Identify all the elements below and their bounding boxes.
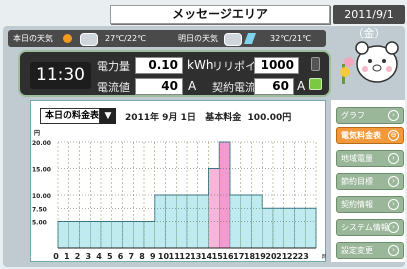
x-tick-label: 23 (298, 252, 309, 261)
y-tick-label: 5.00 (32, 220, 47, 227)
signal-indicator (311, 57, 320, 71)
message-area-title: メッセージエリア (110, 5, 330, 24)
x-tick-label: 0 (53, 252, 59, 261)
bar-hour-2 (79, 221, 91, 249)
bar-hour-7 (133, 221, 145, 249)
base-fee-value: 100.00円 (247, 113, 292, 123)
y-axis-label: 円 (34, 130, 40, 137)
current-value: 40 (135, 78, 183, 95)
current-label: 電流値 (97, 81, 130, 94)
sidebar-item-label: 契約情報 (341, 200, 373, 209)
sidebar-item-1[interactable]: 電気料金表 ⊖ (336, 127, 404, 144)
x-tick-label: 12 (179, 252, 190, 261)
tomorrow-weather-label: 明日の天気 (178, 34, 218, 43)
bear-mascot-icon (340, 41, 399, 84)
sidebar-item-2[interactable]: 地域電量 › (336, 150, 404, 167)
sidebar-item-6[interactable]: 設定変更 › (336, 242, 404, 259)
y-tick-label: 20.00 (32, 140, 51, 147)
sidebar-item-label: 節約目標 (341, 177, 373, 186)
x-tick-label: 8 (139, 252, 145, 261)
sidebar-item-4[interactable]: 契約情報 › (336, 196, 404, 213)
points-value: 1000 (254, 57, 299, 74)
sidebar-item-label: 地域電量 (341, 154, 373, 163)
arrow-icon: › (388, 222, 399, 233)
sidebar-item-3[interactable]: 節約目標 › (336, 173, 404, 190)
contract-label: 契約電流 (212, 81, 256, 94)
x-axis-label: 時 (322, 253, 326, 261)
bar-hour-6 (122, 221, 134, 249)
base-fee-label: 基本料金 (205, 113, 242, 123)
bar-hour-17 (240, 194, 252, 249)
umbrella-icon (243, 33, 257, 44)
power-value: 0.10 (135, 57, 183, 74)
bar-hour-19 (262, 208, 274, 249)
contract-unit: A (297, 79, 306, 93)
today-temp: 27℃/22℃ (105, 34, 147, 43)
contract-value: 60 (254, 78, 294, 95)
bar-hour-20 (272, 208, 284, 249)
x-tick-label: 5 (107, 252, 113, 261)
x-tick-label: 2 (75, 252, 81, 261)
bar-hour-1 (68, 221, 80, 249)
arrow-icon: › (388, 153, 399, 164)
x-tick-label: 3 (85, 252, 91, 261)
sidebar-item-0[interactable]: グラフ › (336, 107, 404, 124)
x-tick-label: 22 (287, 252, 298, 261)
x-tick-label: 4 (96, 252, 102, 261)
x-tick-label: 9 (150, 252, 156, 261)
weather-bar: 本日の天気 27℃/22℃ 明日の天気 32℃/21℃ (8, 30, 326, 47)
bar-hour-23 (305, 208, 317, 249)
y-tick-label: 15.00 (32, 167, 51, 174)
current-unit: A (188, 79, 197, 93)
x-tick-label: 6 (118, 252, 124, 261)
arrow-icon: › (388, 176, 399, 187)
sidebar-item-label: グラフ (341, 111, 365, 120)
bar-hour-5 (111, 221, 123, 249)
x-tick-label: 17 (233, 252, 244, 261)
bar-hour-8 (143, 221, 155, 249)
y-tick-label: 7.50 (32, 206, 47, 213)
tomorrow-temp: 32℃/21℃ (270, 34, 312, 43)
arrow-icon: › (388, 199, 399, 210)
bar-hour-4 (100, 221, 112, 249)
date-display: 2011/9/1（金） (333, 5, 405, 40)
sidebar-item-5[interactable]: システム情報 › (336, 219, 404, 236)
y-tick-label: 10.00 (32, 193, 51, 200)
hourly-rate-chart: 20.0015.0010.007.505.00円0 1 2 3 4 5 6 7 8 9 10 11 12… (32, 130, 326, 261)
bar-hour-3 (90, 221, 102, 249)
power-unit: kWh (187, 58, 214, 72)
status-indicator (309, 78, 322, 90)
bar-hour-0 (57, 221, 69, 249)
arrow-icon: ⊖ (388, 130, 399, 141)
today-weather-label: 本日の天気 (13, 34, 53, 43)
clock: 11:30 (30, 62, 91, 89)
chevron-down-icon[interactable]: ▼ (100, 108, 116, 124)
sun-icon (63, 34, 72, 43)
sidebar-item-label: 設定変更 (341, 246, 373, 255)
chart-date: 2011年 9月 1日 (125, 113, 196, 123)
arrow-icon: › (388, 245, 399, 256)
cloud-icon (80, 33, 98, 46)
x-tick-label: 1 (64, 252, 70, 261)
bar-hour-21 (283, 208, 295, 249)
bar-hour-22 (294, 208, 306, 249)
chart-info: 2011年 9月 1日 基本料金 100.00円 (125, 110, 291, 123)
bar-hour-10 (165, 194, 177, 249)
cloud-icon (224, 33, 242, 46)
rate-table-select[interactable]: 本日の料金表 (40, 108, 100, 124)
sidebar-item-label: 電気料金表 (341, 131, 381, 140)
sidebar-item-label: システム情報 (341, 223, 389, 232)
power-label: 電力量 (97, 60, 130, 73)
arrow-icon: › (388, 110, 399, 121)
x-tick-label: 13 (190, 252, 201, 261)
x-tick-label: 7 (128, 252, 134, 261)
